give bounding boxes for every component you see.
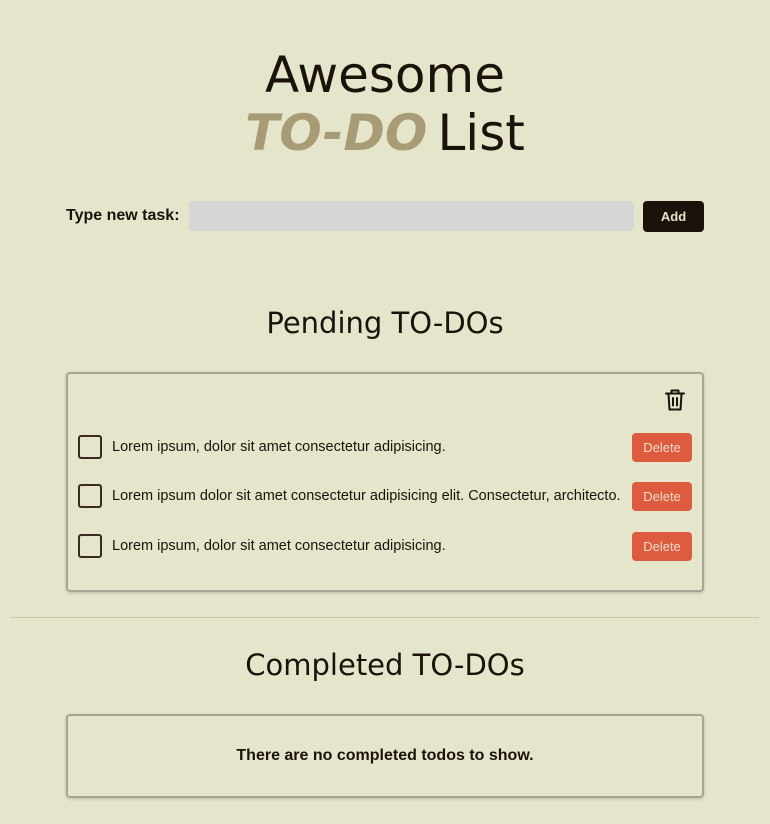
todo-checkbox[interactable] bbox=[78, 435, 102, 459]
delete-button[interactable]: Delete bbox=[632, 531, 692, 561]
delete-button[interactable]: Delete bbox=[632, 481, 692, 511]
new-task-form: Type new task: Add bbox=[66, 200, 704, 232]
todo-item: Lorem ipsum dolor sit amet consectetur a… bbox=[78, 481, 692, 511]
todo-item: Lorem ipsum, dolor sit amet consectetur … bbox=[78, 531, 692, 561]
todo-text: Lorem ipsum, dolor sit amet consectetur … bbox=[112, 538, 446, 554]
page-title: Awesome TO-DO List bbox=[0, 46, 770, 162]
todo-app: Awesome TO-DO List Type new task: Add Pen… bbox=[0, 0, 770, 824]
pending-heading: Pending TO-DOs bbox=[266, 306, 504, 340]
todo-checkbox[interactable] bbox=[78, 484, 102, 508]
title-line-1: Awesome bbox=[265, 45, 505, 104]
pending-list: Lorem ipsum, dolor sit amet consectetur … bbox=[66, 372, 704, 592]
title-accent: TO-DO bbox=[245, 103, 428, 162]
todo-text: Lorem ipsum dolor sit amet consectetur a… bbox=[112, 488, 621, 504]
completed-list: There are no completed todos to show. bbox=[66, 714, 704, 798]
title-rest: List bbox=[437, 103, 525, 162]
completed-heading: Completed TO-DOs bbox=[245, 648, 525, 682]
new-task-input[interactable] bbox=[188, 201, 634, 231]
todo-text: Lorem ipsum, dolor sit amet consectetur … bbox=[112, 439, 446, 455]
section-divider bbox=[11, 617, 759, 618]
empty-message: There are no completed todos to show. bbox=[236, 747, 534, 764]
trash-icon[interactable] bbox=[664, 388, 686, 412]
add-task-button[interactable]: Add bbox=[643, 200, 704, 232]
new-task-label: Type new task: bbox=[66, 207, 180, 224]
todo-checkbox[interactable] bbox=[78, 534, 102, 558]
todo-item: Lorem ipsum, dolor sit amet consectetur … bbox=[78, 432, 692, 462]
delete-button[interactable]: Delete bbox=[632, 432, 692, 462]
title-line-2: TO-DO List bbox=[0, 104, 770, 162]
